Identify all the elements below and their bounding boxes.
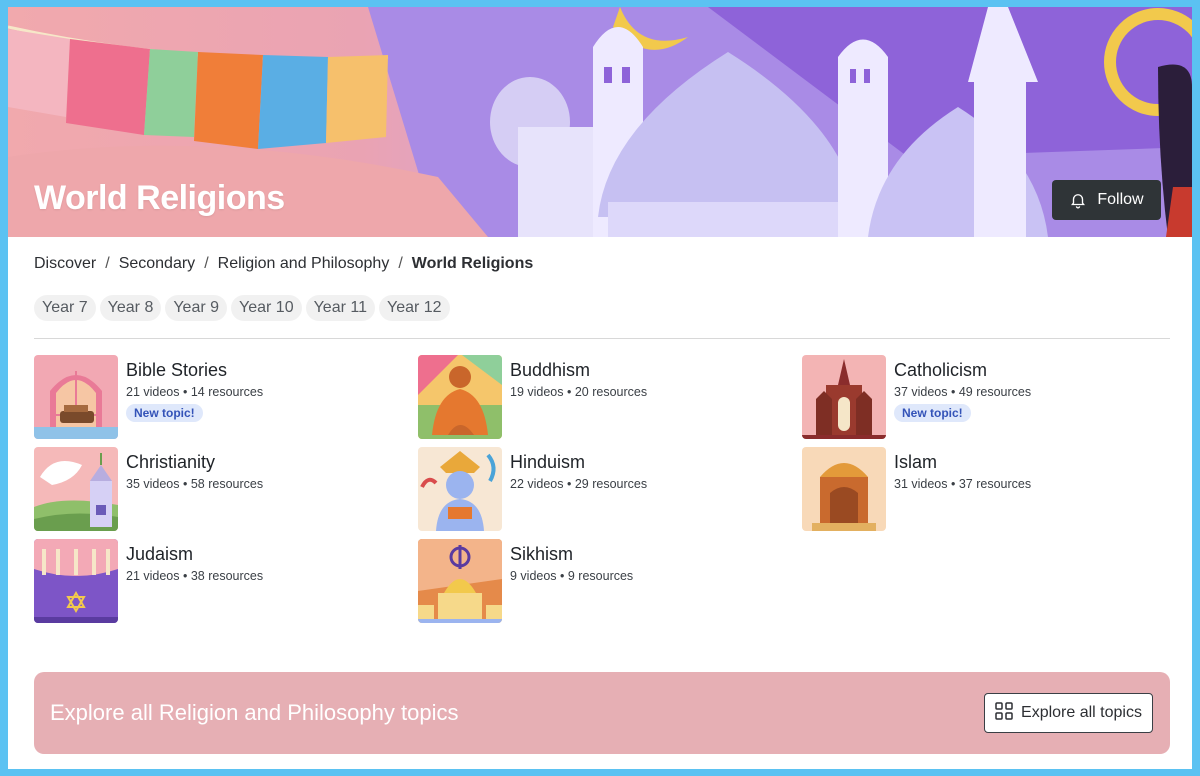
breadcrumb-separator: / <box>105 255 110 272</box>
topic-card-sikhism[interactable]: Sikhism 9 videos • 9 resources <box>418 539 778 623</box>
breadcrumb-current: World Religions <box>411 255 534 272</box>
topic-meta: 22 videos • 29 resources <box>510 477 648 491</box>
breadcrumb: Discover / Secondary / Religion and Phil… <box>34 255 533 273</box>
topic-name: Buddhism <box>510 360 591 380</box>
explore-button-label: Explore all topics <box>1021 704 1142 721</box>
breadcrumb-separator: / <box>398 255 403 272</box>
follow-button[interactable]: Follow <box>1052 180 1161 220</box>
topic-meta: 9 videos • 9 resources <box>510 569 634 583</box>
topic-name: Sikhism <box>510 544 574 564</box>
topic-name: Christianity <box>126 452 216 472</box>
topic-meta: 35 videos • 58 resources <box>126 477 264 491</box>
topic-card-hinduism[interactable]: Hinduism 22 videos • 29 resources <box>418 447 778 531</box>
year-chip-10[interactable]: Year 10 <box>231 295 302 321</box>
topic-meta: 21 videos • 38 resources <box>126 569 264 583</box>
new-topic-badge: New topic! <box>894 404 971 422</box>
christianity-thumbnail <box>34 447 118 531</box>
explore-all-topics-button[interactable]: Explore all topics <box>984 693 1153 733</box>
islam-thumbnail <box>802 447 886 531</box>
topic-meta: 19 videos • 20 resources <box>510 385 648 399</box>
new-topic-badge: New topic! <box>126 404 203 422</box>
topic-card-christianity[interactable]: Christianity 35 videos • 58 resources <box>34 447 394 531</box>
topic-card-judaism[interactable]: Judaism 21 videos • 38 resources <box>34 539 394 623</box>
catholicism-thumbnail <box>802 355 886 439</box>
topic-meta: 21 videos • 14 resources <box>126 385 264 399</box>
topic-name: Hinduism <box>510 452 586 472</box>
topic-name: Bible Stories <box>126 360 228 380</box>
breadcrumb-separator: / <box>204 255 209 272</box>
breadcrumb-religion-philosophy[interactable]: Religion and Philosophy <box>218 255 390 273</box>
year-chip-9[interactable]: Year 9 <box>165 295 228 321</box>
hinduism-thumbnail <box>418 447 502 531</box>
follow-label: Follow <box>1097 191 1144 208</box>
breadcrumb-secondary[interactable]: Secondary <box>119 255 196 273</box>
explore-banner: Explore all Religion and Philosophy topi… <box>34 672 1170 754</box>
topic-meta: 37 videos • 49 resources <box>894 385 1032 399</box>
sikhism-thumbnail <box>418 539 502 623</box>
judaism-thumbnail <box>34 539 118 623</box>
divider <box>34 338 1170 339</box>
topic-name: Islam <box>894 452 938 472</box>
year-chip-7[interactable]: Year 7 <box>34 295 96 321</box>
topic-name: Judaism <box>126 544 194 564</box>
year-chip-8[interactable]: Year 8 <box>99 295 162 321</box>
explore-heading: Explore all Religion and Philosophy topi… <box>50 700 459 725</box>
topic-card-bible-stories[interactable]: Bible Stories 21 videos • 14 resources N… <box>34 355 394 439</box>
buddhism-thumbnail <box>418 355 502 439</box>
topic-card-buddhism[interactable]: Buddhism 19 videos • 20 resources <box>418 355 778 439</box>
topic-meta: 31 videos • 37 resources <box>894 477 1032 491</box>
year-chip-12[interactable]: Year 12 <box>378 295 450 321</box>
page-frame: World Religions Follow Discover / Second… <box>8 7 1192 769</box>
bible-stories-thumbnail <box>34 355 118 439</box>
year-filter: Year 7 Year 8 Year 9 Year 10 Year 11 Yea… <box>34 295 450 321</box>
topic-card-islam[interactable]: Islam 31 videos • 37 resources <box>802 447 1162 531</box>
year-chip-11[interactable]: Year 11 <box>305 295 375 321</box>
hero-banner: World Religions Follow <box>8 7 1192 237</box>
grid-icon <box>995 701 1013 725</box>
bell-icon <box>1069 191 1087 209</box>
topic-card-catholicism[interactable]: Catholicism 37 videos • 49 resources New… <box>802 355 1162 439</box>
page-title: World Religions <box>34 179 285 217</box>
topic-name: Catholicism <box>894 360 988 380</box>
breadcrumb-discover[interactable]: Discover <box>34 255 96 273</box>
